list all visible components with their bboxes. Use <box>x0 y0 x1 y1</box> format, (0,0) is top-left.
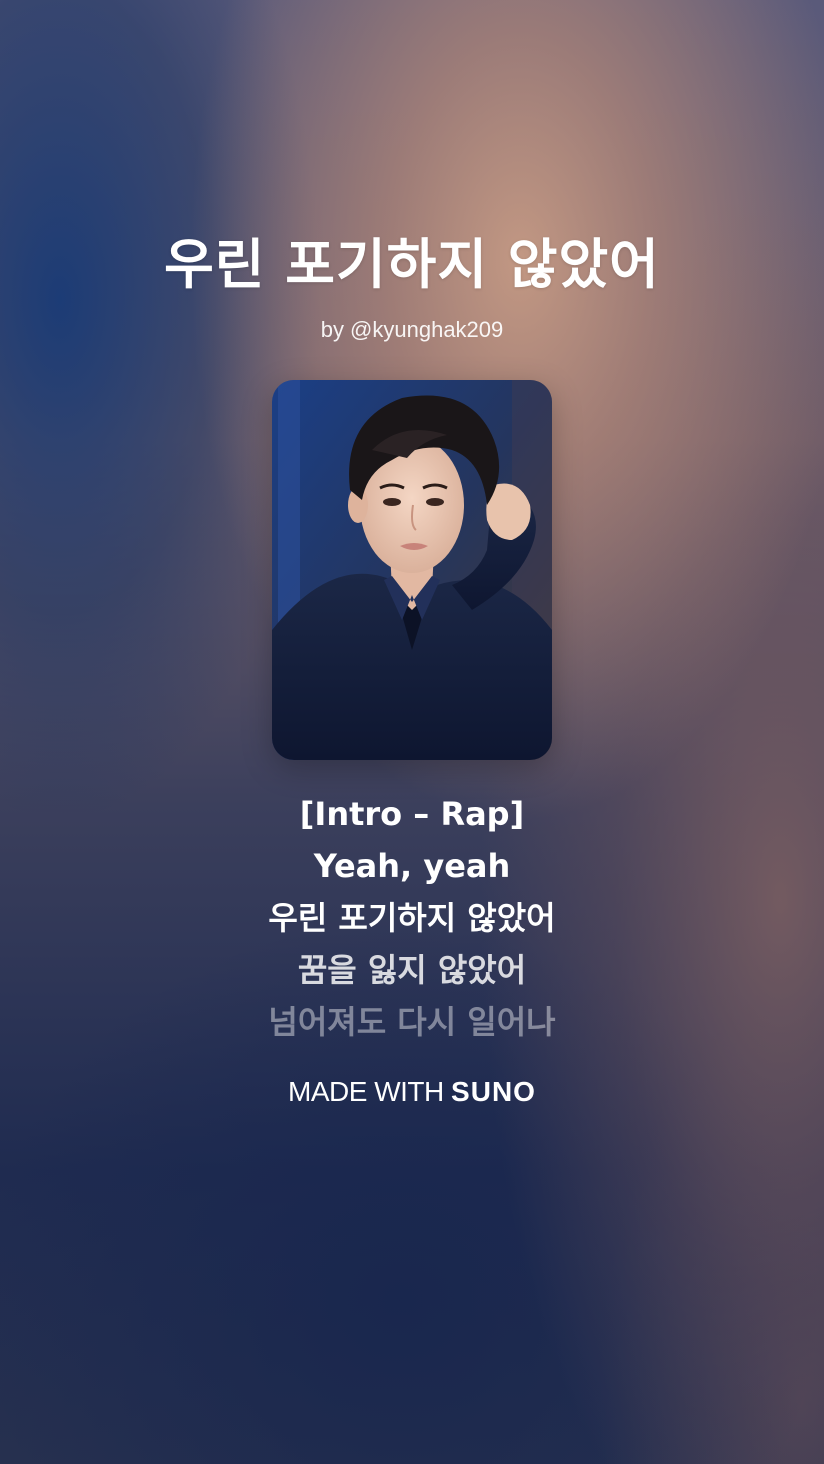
lyric-line: 우린 포기하지 않았어 <box>268 899 556 937</box>
made-with-suno-badge[interactable]: MADE WITH SUNO <box>0 1072 824 1112</box>
suno-logo: SUNO <box>451 1076 536 1107</box>
made-with-label: MADE WITH <box>288 1076 444 1107</box>
lyrics-panel: [Intro – Rap] Yeah, yeah 우린 포기하지 않았어 꿈을 … <box>0 788 824 1048</box>
song-title: 우린 포기하지 않았어 <box>164 233 660 296</box>
lyric-line: 넘어져도 다시 일어나 <box>268 1003 556 1041</box>
cover-art[interactable] <box>272 380 552 760</box>
artist-byline[interactable]: by @kyunghak209 <box>0 314 824 346</box>
lyric-line: Yeah, yeah <box>313 847 511 885</box>
lyric-line: 꿈을 잃지 않았어 <box>297 951 527 989</box>
lyric-line: [Intro – Rap] <box>299 795 525 833</box>
song-share-card: 우린 포기하지 않았어 by @kyunghak209 [Intro – Rap… <box>0 0 824 1464</box>
